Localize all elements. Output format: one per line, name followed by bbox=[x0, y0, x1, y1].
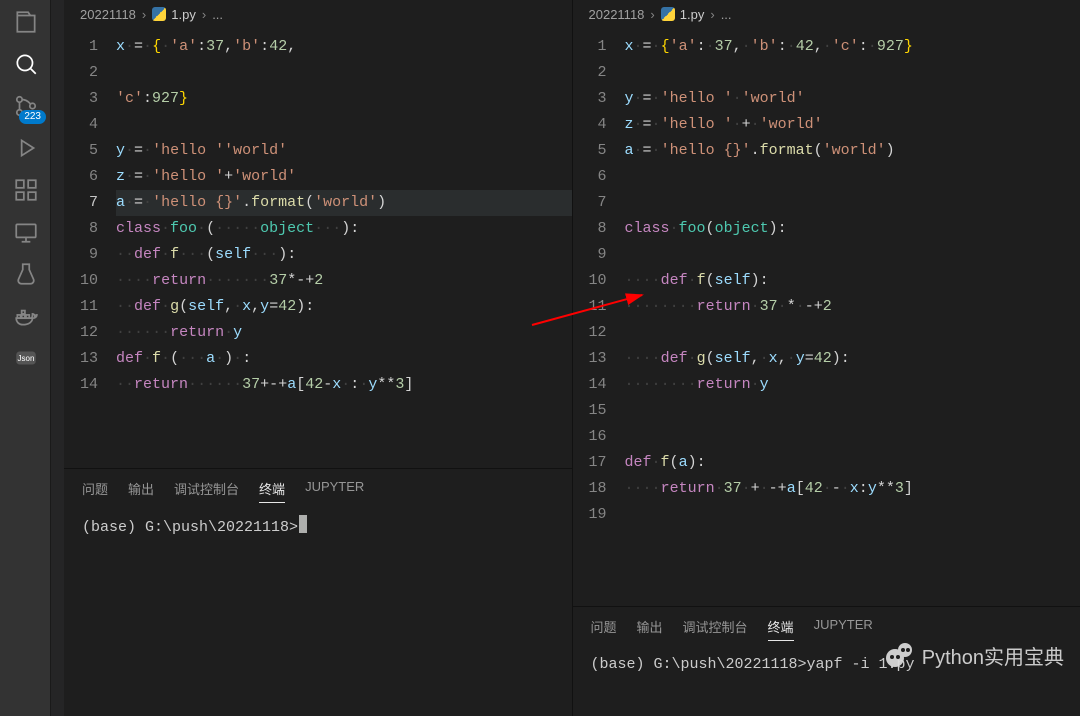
remote-icon[interactable] bbox=[12, 218, 40, 246]
panel-tabs: 问题输出调试控制台终端 JUPYTER bbox=[64, 469, 572, 511]
terminal-prompt: (base) G:\push\20221118> bbox=[82, 519, 298, 536]
terminal-prompt: (base) G:\push\20221118>yapf -i 1.py bbox=[591, 656, 915, 673]
breadcrumb-file[interactable]: 1.py bbox=[152, 7, 196, 22]
chevron-right-icon: › bbox=[650, 7, 654, 22]
activity-bar: 223 Json bbox=[0, 0, 50, 716]
scm-badge: 223 bbox=[19, 110, 46, 124]
panel-tab[interactable]: 输出 bbox=[128, 479, 154, 503]
json-icon[interactable]: Json bbox=[12, 344, 40, 372]
sidebar-sliver[interactable] bbox=[50, 0, 64, 716]
line-number-gutter: 12345678910111213141516171819 bbox=[573, 28, 621, 606]
chevron-right-icon: › bbox=[710, 7, 714, 22]
editor-right[interactable]: 12345678910111213141516171819 x·=·{'a':·… bbox=[573, 28, 1080, 606]
breadcrumb-folder[interactable]: 20221118 bbox=[80, 7, 136, 22]
panel-tab[interactable]: 问题 bbox=[591, 617, 617, 641]
python-icon bbox=[661, 7, 675, 21]
chevron-right-icon: › bbox=[142, 7, 146, 22]
terminal-cursor bbox=[299, 515, 307, 533]
debug-icon[interactable] bbox=[12, 134, 40, 162]
docker-icon[interactable] bbox=[12, 302, 40, 330]
test-icon[interactable] bbox=[12, 260, 40, 288]
panel-tab[interactable]: 调试控制台 bbox=[683, 617, 748, 641]
breadcrumb-trail[interactable]: ... bbox=[721, 7, 732, 22]
panel-tab[interactable]: 终端 bbox=[259, 479, 285, 503]
python-icon bbox=[152, 7, 166, 21]
breadcrumbs-left[interactable]: 20221118 › 1.py › ... bbox=[64, 0, 572, 28]
panel-tab[interactable]: JUPYTER bbox=[814, 617, 873, 641]
terminal-left[interactable]: (base) G:\push\20221118> bbox=[64, 511, 572, 558]
code-area[interactable]: x·=·{·'a':37,'b':42,'c':927}y·=·'hello '… bbox=[112, 28, 572, 468]
watermark-text: Python实用宝典 bbox=[922, 641, 1064, 670]
breadcrumbs-right[interactable]: 20221118 › 1.py › ... bbox=[573, 0, 1080, 28]
line-number-gutter: 1234567891011121314 bbox=[64, 28, 112, 468]
breadcrumb-trail[interactable]: ... bbox=[212, 7, 223, 22]
panel-tab[interactable]: 输出 bbox=[637, 617, 663, 641]
panel-tab[interactable]: 问题 bbox=[82, 479, 108, 503]
editor-pane-right: 20221118 › 1.py › ... 123456789101112131… bbox=[572, 0, 1080, 716]
code-area[interactable]: x·=·{'a':·37,·'b':·42,·'c':·927}y·=·'hel… bbox=[621, 28, 1080, 606]
editor-left[interactable]: 1234567891011121314 x·=·{·'a':37,'b':42,… bbox=[64, 28, 572, 468]
wechat-icon bbox=[886, 643, 916, 669]
explorer-icon[interactable] bbox=[12, 8, 40, 36]
search-icon[interactable] bbox=[12, 50, 40, 78]
extensions-icon[interactable] bbox=[12, 176, 40, 204]
bottom-panel-left: 问题输出调试控制台终端 JUPYTER (base) G:\push\202211… bbox=[64, 468, 572, 716]
breadcrumb-folder[interactable]: 20221118 bbox=[589, 7, 645, 22]
breadcrumb-file[interactable]: 1.py bbox=[661, 7, 705, 22]
watermark: Python实用宝典 bbox=[886, 641, 1064, 670]
editor-pane-left: 20221118 › 1.py › ... 123456789101112131… bbox=[64, 0, 572, 716]
panel-tab[interactable]: 调试控制台 bbox=[174, 479, 239, 503]
chevron-right-icon: › bbox=[202, 7, 206, 22]
source-control-icon[interactable]: 223 bbox=[12, 92, 40, 120]
panel-tab[interactable]: JUPYTER bbox=[305, 479, 364, 503]
panel-tab[interactable]: 终端 bbox=[768, 617, 794, 641]
